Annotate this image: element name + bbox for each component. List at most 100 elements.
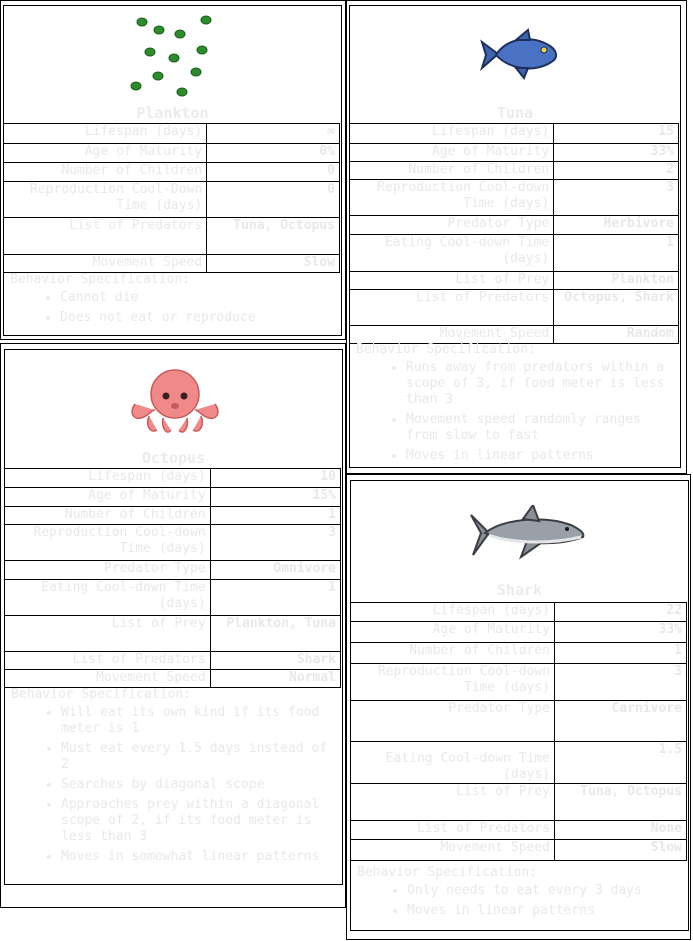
list-item: Searches by diagonal scope xyxy=(61,777,336,793)
stat-label: List of Prey xyxy=(348,271,555,290)
stat-value: ∞ xyxy=(206,123,340,144)
shark-card: Shark Lifespan (days) 22 Age of Maturity 3… xyxy=(349,480,689,931)
list-item: Must eat every 1.5 days instead of 2 xyxy=(61,741,336,773)
stat-value: Tuna, Octopus xyxy=(554,783,687,821)
stat-value: Plankton xyxy=(553,271,679,290)
stat-label: Lifespan (days) xyxy=(349,602,556,622)
stat-label: Movement Speed xyxy=(4,669,211,688)
behavior-title: Behavior Specification: xyxy=(10,272,191,287)
stat-label: Movement Speed xyxy=(349,839,556,861)
tuna-stats-table: Lifespan (days) 15 Age of Maturity 33% Num… xyxy=(348,123,679,344)
behavior-title: Behavior Specification: xyxy=(11,687,192,702)
list-item: Moves in linear patterns xyxy=(407,903,682,919)
plankton-icon xyxy=(130,15,212,97)
stat-value: 1.5 xyxy=(554,741,687,784)
stat-value: 1 xyxy=(553,234,679,272)
stat-label: List of Predators xyxy=(4,651,211,670)
table-row: Predator Type Herbivore xyxy=(348,215,679,235)
table-row: List of Predators Octopus, Shark xyxy=(348,289,679,326)
stat-value: 3 xyxy=(553,179,679,216)
list-item: Moves in somewhat linear patterns xyxy=(61,849,336,865)
list-item: Cannot die xyxy=(60,290,335,306)
tuna-behavior: Behavior Specification: Runs away from p… xyxy=(356,342,674,468)
stat-label: Number of Children xyxy=(4,506,211,525)
table-row: Lifespan (days) 15 xyxy=(348,123,679,144)
table-row: Number of Children 2 xyxy=(348,161,679,180)
list-item: Moves in linear patterns xyxy=(406,448,674,464)
plankton-behavior: Behavior Specification: Cannot die Does … xyxy=(10,272,335,330)
behavior-list: Cannot die Does not eat or reproduce xyxy=(10,290,335,326)
table-row: List of Prey Plankton, Tuna xyxy=(4,615,342,652)
stat-value: 0% xyxy=(206,143,340,163)
stat-value: Plankton, Tuna xyxy=(209,615,342,652)
stat-label: List of Prey xyxy=(349,783,556,821)
table-row: Movement Speed Random xyxy=(348,325,679,344)
table-row: Age of Maturity 0% xyxy=(2,143,340,163)
table-row: List of Predators Shark xyxy=(4,651,342,670)
stat-value: 15% xyxy=(209,487,342,507)
behavior-list: Will eat its own kind if its food meter … xyxy=(11,705,336,865)
tuna-card: Tuna Lifespan (days) 15 Age of Maturity 33… xyxy=(348,5,681,468)
behavior-title: Behavior Specification: xyxy=(356,342,537,357)
table-row: List of Predators Tuna, Octopus xyxy=(2,217,340,255)
stat-value: Tuna, Octopus xyxy=(206,217,340,255)
stat-label: List of Predators xyxy=(348,289,555,326)
stat-value: 2 xyxy=(553,161,679,180)
stat-value: 22 xyxy=(554,602,687,622)
stat-value: Octopus, Shark xyxy=(553,289,679,326)
stat-value: 33% xyxy=(554,621,687,643)
table-row: Predator Type Carnivore xyxy=(349,700,687,742)
stat-label: Age of Maturity xyxy=(349,621,556,643)
stat-value: Slow xyxy=(554,839,687,861)
list-item: Movement speed randomly ranges from slow… xyxy=(406,412,674,444)
stat-value: 1 xyxy=(554,642,687,664)
stat-label: Movement Speed xyxy=(348,325,555,344)
stat-label: Reproduction Cool-down Time (days) xyxy=(4,524,211,561)
stat-label: Reproduction Cool-Down Time (days) xyxy=(2,181,208,218)
table-row: Lifespan (days) ∞ xyxy=(2,123,340,144)
table-row: Age of Maturity 33% xyxy=(348,143,679,162)
stat-value: Shark xyxy=(209,651,342,670)
stat-value: Carnivore xyxy=(554,700,687,742)
behavior-list: Only needs to eat every 3 days Moves in … xyxy=(357,883,682,919)
table-row: Number of Children 1 xyxy=(349,642,687,664)
stat-value: Random xyxy=(553,325,679,344)
stat-label: Reproduction Cool-down Time (days) xyxy=(349,663,556,701)
shark-stats-table: Lifespan (days) 22 Age of Maturity 33% Num… xyxy=(349,602,687,861)
stat-value: 3 xyxy=(209,524,342,561)
table-row: Lifespan (days) 10 xyxy=(4,468,342,488)
table-row: Eating Cool-down Time (days) 1 xyxy=(348,234,679,272)
behavior-title: Behavior Specification: xyxy=(357,865,538,880)
stat-value: None xyxy=(554,820,687,840)
stat-label: Lifespan (days) xyxy=(2,123,208,144)
table-row: List of Prey Tuna, Octopus xyxy=(349,783,687,821)
list-item: Will eat its own kind if its food meter … xyxy=(61,705,336,737)
stat-label: Age of Maturity xyxy=(348,143,555,162)
stat-value: 33% xyxy=(553,143,679,162)
stat-value: 15 xyxy=(553,123,679,144)
tuna-icon xyxy=(480,28,558,80)
stat-label: Eating Cool-down Time (days) xyxy=(4,579,211,616)
stat-label: Number of Children xyxy=(2,162,208,182)
list-item: Approaches prey within a diagonal scope … xyxy=(61,797,336,845)
stat-value: Omnivore xyxy=(209,560,342,580)
stat-value: 0 xyxy=(206,181,340,218)
stat-value: Normal xyxy=(209,669,342,688)
stat-value: 0 xyxy=(206,162,340,182)
stat-label: Number of Children xyxy=(349,642,556,664)
table-row: Age of Maturity 33% xyxy=(349,621,687,643)
table-row: Reproduction Cool-Down Time (days) 0 xyxy=(2,181,340,218)
shark-icon xyxy=(470,505,585,560)
list-item: Does not eat or reproduce xyxy=(60,310,335,326)
stat-value: 1 xyxy=(209,579,342,616)
table-row: List of Predators None xyxy=(349,820,687,840)
plankton-stats-table: Lifespan (days) ∞ Age of Maturity 0% Numbe… xyxy=(2,123,340,273)
table-row: Number of Children 1 xyxy=(4,506,342,525)
plankton-card: Plankton Lifespan (days) ∞ Age of Maturit… xyxy=(2,5,342,336)
plankton-name: Plankton xyxy=(136,104,209,122)
table-row: Age of Maturity 15% xyxy=(4,487,342,507)
stat-label: Number of Children xyxy=(348,161,555,180)
shark-behavior: Behavior Specification: Only needs to ea… xyxy=(357,865,682,923)
stat-value: 1 xyxy=(209,506,342,525)
table-row: Number of Children 0 xyxy=(2,162,340,182)
